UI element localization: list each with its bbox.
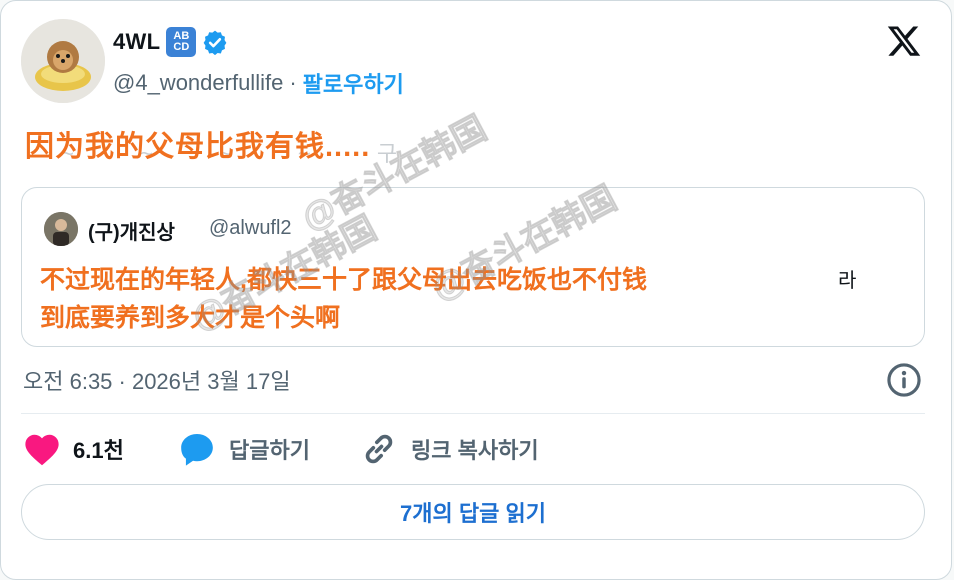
x-logo-icon[interactable] (885, 23, 923, 59)
read-replies-button[interactable]: 7개의 답글 읽기 (21, 484, 925, 540)
copy-link-button[interactable]: 링크 복사하기 (359, 429, 539, 469)
tweet-overlay-text: 因为我的父母比我有钱..... (25, 131, 371, 163)
like-button[interactable]: 6.1천 (23, 429, 124, 469)
quoted-handle[interactable]: @alwufl2 (209, 217, 292, 240)
quoted-overlay-line-2: 到底要养到多大才是个头啊 (40, 304, 341, 332)
reply-label: 답글하기 (229, 438, 310, 463)
link-icon (365, 434, 393, 464)
tweet-timestamp[interactable]: 오전 6:35 · 2026년 3월 17일 (23, 364, 291, 396)
author-avatar[interactable] (21, 19, 105, 103)
quoted-avatar[interactable] (44, 212, 78, 246)
person-avatar-icon (44, 212, 78, 246)
author-handle-row: @4_wonderfullife · 팔로우하기 (113, 67, 404, 99)
copy-link-label: 링크 복사하기 (411, 438, 539, 463)
tweet-card: 4WL AB CD @4_wonderfullife · 팔로우하기 ~ ~ ~… (0, 0, 952, 580)
dog-avatar-icon (21, 19, 105, 103)
read-replies-label: 7개의 답글 읽기 (400, 501, 546, 526)
author-handle[interactable]: @4_wonderfullife (113, 70, 283, 96)
handle-separator: · (289, 70, 297, 95)
info-icon[interactable] (885, 361, 923, 399)
abcd-emoji-icon: AB CD (166, 27, 197, 57)
reply-bubble-icon (181, 433, 213, 466)
author-name-row: 4WL AB CD (113, 25, 228, 59)
reply-button[interactable]: 답글하기 (177, 429, 310, 469)
verified-badge-icon[interactable] (202, 29, 228, 55)
heart-icon (25, 434, 59, 466)
follow-button[interactable]: 팔로우하기 (303, 67, 404, 99)
quoted-original-text-tail: 라 (838, 270, 857, 292)
quoted-display-name[interactable]: (구)개진상 (88, 216, 175, 245)
action-bar: 6.1천 답글하기 링크 복사하기 (23, 429, 923, 469)
abcd-badge-bottom: CD (173, 41, 190, 53)
quoted-overlay-line-1: 不过现在的年轻人,都快三十了跟父母出去吃饭也不付钱 (40, 266, 647, 294)
author-display-name[interactable]: 4WL (113, 29, 160, 55)
like-count: 6.1천 (73, 438, 124, 463)
divider (21, 413, 925, 414)
quoted-tweet[interactable]: (구)개진상 @alwufl2 라 不过现在的年轻人,都快三十了跟父母出去吃饭也… (21, 187, 925, 347)
